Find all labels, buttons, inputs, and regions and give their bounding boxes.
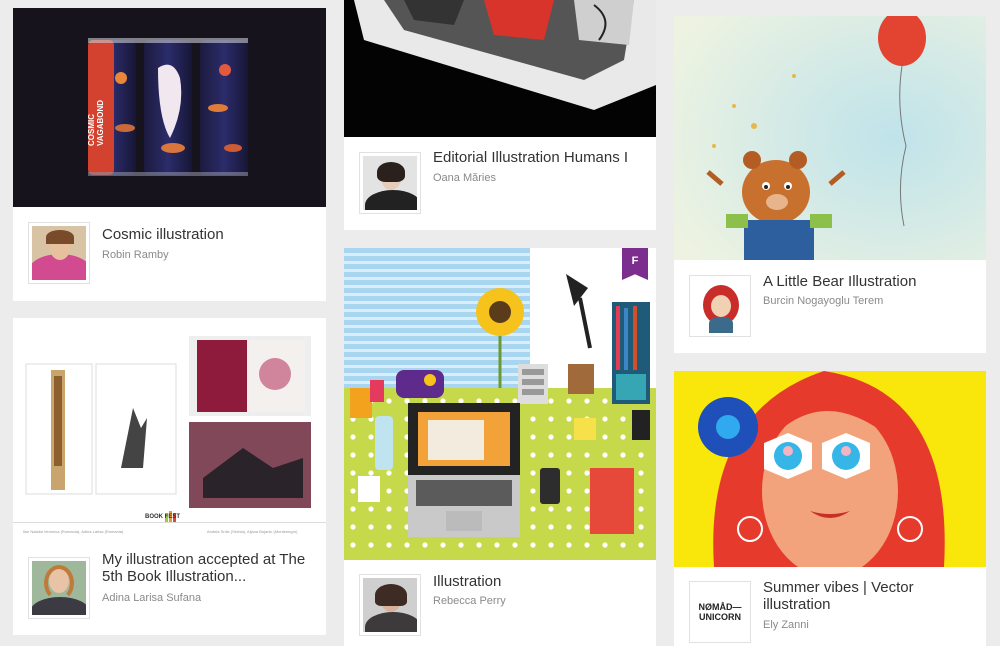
cover-text: BOOK FEST (145, 514, 181, 520)
avatar-image: NØMÅD— UNICORN (693, 585, 747, 639)
owner-avatar[interactable] (359, 152, 421, 214)
project-owner[interactable]: Robin Ramby (102, 249, 169, 261)
project-title[interactable]: Summer vibes | Vector illustration (763, 579, 974, 613)
project-card[interactable]: NØMÅD— UNICORN Summer vibes | Vector ill… (674, 371, 986, 646)
cover-artwork (674, 16, 986, 260)
avatar-image (363, 156, 417, 210)
project-card[interactable]: COSMIC VAGABOND Cosmic illustration Robi… (13, 8, 326, 301)
avatar-image (363, 578, 417, 632)
project-owner[interactable]: Burcin Nogayoglu Terem (763, 295, 883, 307)
project-owner[interactable]: Adina Larisa Sufana (102, 592, 201, 604)
avatar-image (32, 226, 86, 280)
project-card[interactable]: F Illustration Rebecca Perry (344, 248, 656, 646)
cover-text: COSMIC VAGABOND (87, 99, 105, 146)
avatar-image (32, 561, 86, 615)
cover-artwork (344, 248, 656, 560)
project-owner[interactable]: Rebecca Perry (433, 595, 506, 607)
project-title[interactable]: A Little Bear Illustration (763, 273, 974, 290)
owner-avatar[interactable] (28, 222, 90, 284)
project-card[interactable]: Editorial Illustration Humans I Oana Măr… (344, 0, 656, 230)
svg-text:Ilse Natalia Veronica (Romania: Ilse Natalia Veronica (Romania), Adina L… (23, 529, 124, 534)
avatar-logo-text: NØMÅD— UNICORN (698, 602, 742, 622)
project-title[interactable]: Illustration (433, 573, 644, 590)
cover-artwork (674, 371, 986, 567)
cover-artwork (13, 8, 326, 207)
project-title[interactable]: My illustration accepted at The 5th Book… (102, 551, 314, 585)
project-cover[interactable] (344, 0, 656, 137)
project-cover[interactable]: F (344, 248, 656, 560)
project-title[interactable]: Cosmic illustration (102, 226, 314, 243)
owner-avatar[interactable] (28, 557, 90, 619)
project-cover[interactable]: COSMIC VAGABOND (13, 8, 326, 207)
project-cover[interactable] (674, 16, 986, 260)
project-cover[interactable] (674, 371, 986, 567)
project-card[interactable]: Ilse Natalia Veronica (Romania), Adina L… (13, 318, 326, 635)
avatar-image (693, 279, 747, 333)
project-owner[interactable]: Oana Măries (433, 172, 496, 184)
project-card[interactable]: A Little Bear Illustration Burcin Nogayo… (674, 16, 986, 353)
project-cover[interactable]: Ilse Natalia Veronica (Romania), Adina L… (13, 318, 326, 539)
cover-artwork: Ilse Natalia Veronica (Romania), Adina L… (13, 336, 326, 534)
owner-avatar[interactable] (689, 275, 751, 337)
svg-text:Andela Srdic (Serbia), Aljana: Andela Srdic (Serbia), Aljana Bojanic (M… (207, 529, 298, 534)
project-title[interactable]: Editorial Illustration Humans I (433, 149, 644, 166)
project-owner[interactable]: Ely Zanni (763, 619, 809, 631)
owner-avatar[interactable] (359, 574, 421, 636)
cover-artwork (344, 0, 656, 137)
owner-avatar[interactable]: NØMÅD— UNICORN (689, 581, 751, 643)
